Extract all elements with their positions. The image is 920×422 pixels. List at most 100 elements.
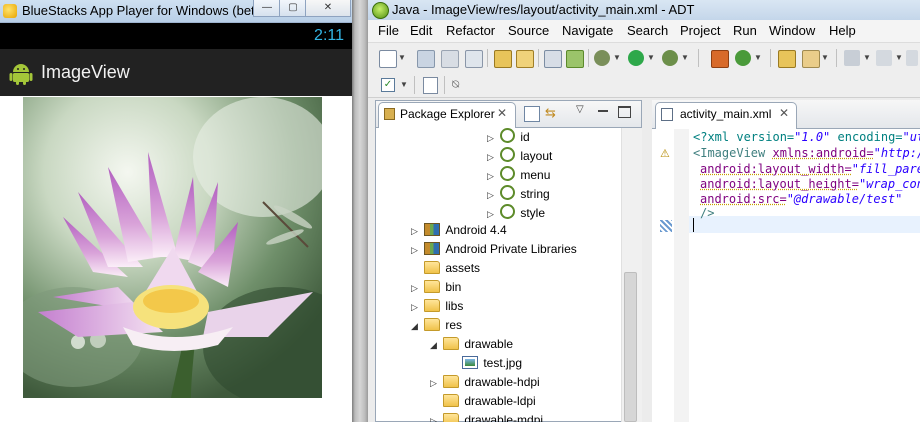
menu-window[interactable]: Window [769,23,815,38]
expand-arrow-icon[interactable]: ▷ [411,226,421,237]
package-tree: ▷ id ▷ layout ▷ menu ▷ string ▷ style ▷ … [376,128,621,422]
expand-arrow-icon[interactable]: ▷ [411,283,421,294]
code-line-2[interactable]: <ImageView xmlns:android="http:// [693,146,920,160]
collapse-arrow-icon[interactable]: ◢ [411,321,421,332]
quick-diff-marker-icon [660,220,672,232]
close-icon[interactable]: ✕ [305,0,351,17]
open-type-icon[interactable] [516,50,534,68]
save-icon[interactable] [417,50,435,68]
tree-item-bin[interactable]: ▷ bin [411,280,461,299]
expand-arrow-icon[interactable]: ▷ [487,152,497,163]
expand-arrow-icon[interactable]: ▷ [487,209,497,220]
run-dropdown-icon[interactable]: ▼ [647,53,655,62]
main-toolbar: ▼ ▼ ▼ ▼ ▼ ▼ ▼ ▼ [368,43,920,73]
expand-arrow-icon[interactable]: ▷ [430,416,440,422]
close-tab-icon[interactable]: ✕ [779,106,789,120]
new-java-class-icon[interactable] [735,50,751,66]
maximize-icon[interactable]: ▢ [279,0,307,17]
adt-titlebar[interactable]: Java - ImageView/res/layout/activity_mai… [368,0,920,21]
collapse-arrow-icon[interactable]: ◢ [430,340,440,351]
print-icon[interactable] [465,50,483,68]
new-dropdown-icon[interactable]: ▼ [398,53,406,62]
line-number-ruler [674,129,689,422]
debug-dropdown-icon[interactable]: ▼ [613,53,621,62]
warning-icon[interactable]: ⚠ [660,147,670,160]
tree-item-drawable-ldpi[interactable]: drawable-ldpi [430,394,536,413]
next-annotation-dropdown-icon[interactable]: ▼ [863,53,871,62]
menu-project[interactable]: Project [680,23,720,38]
tree-item-android-private-libraries[interactable]: ▷ Android Private Libraries [411,242,577,261]
code-line-6[interactable]: /> [700,206,714,220]
lint-icon[interactable]: ⍉ [452,78,464,90]
back-icon[interactable] [906,50,918,66]
sdk-manager-icon[interactable] [544,50,562,68]
next-annotation-icon[interactable] [844,50,860,66]
new-icon[interactable] [379,50,397,68]
menu-file[interactable]: File [378,23,399,38]
attr-name: xmlns:android= [772,146,874,160]
tree-item-id[interactable]: ▷ id [487,128,530,147]
task-dropdown-icon[interactable]: ▼ [400,80,408,89]
run-icon[interactable] [628,50,644,66]
search-dropdown-icon[interactable]: ▼ [821,53,829,62]
avd-manager-icon[interactable] [566,50,584,68]
tree-item-menu[interactable]: ▷ menu [487,166,550,185]
folder-icon [424,261,441,274]
tree-item-layout[interactable]: ▷ layout [487,147,552,166]
new-java-package-icon[interactable] [711,50,729,68]
expand-arrow-icon[interactable]: ▷ [487,133,497,144]
expand-arrow-icon[interactable]: ▷ [411,302,421,313]
minimize-view-icon[interactable] [598,110,608,112]
code-line-1[interactable]: <?xml version="1.0" encoding="utf [693,130,920,144]
build-icon[interactable] [494,50,512,68]
menu-edit[interactable]: Edit [410,23,432,38]
bluestacks-titlebar[interactable]: BlueStacks App Player for Windows (bet..… [0,0,352,23]
tree-item-android-4-4[interactable]: ▷ Android 4.4 [411,223,507,242]
expand-arrow-icon[interactable]: ▷ [487,171,497,182]
menu-help[interactable]: Help [829,23,856,38]
code-line-3[interactable]: android:layout_width="fill_parent [700,162,920,176]
new-android-xml-icon[interactable] [423,77,438,94]
scrollbar-thumb[interactable] [624,272,637,422]
view-menu-icon[interactable]: ▽ [576,104,584,115]
menu-search[interactable]: Search [627,23,668,38]
close-tab-icon[interactable]: ✕ [497,106,507,120]
new-class-dropdown-icon[interactable]: ▼ [754,53,762,62]
menu-navigate[interactable]: Navigate [562,23,613,38]
tree-item-drawable[interactable]: ◢ drawable [430,337,513,356]
tree-item-res[interactable]: ◢ res [411,318,462,337]
task-check-icon[interactable]: ✓ [381,78,395,92]
external-tools-icon[interactable] [662,50,678,66]
minimize-icon[interactable]: — [253,0,281,17]
code-line-5[interactable]: android:src="@drawable/test" [700,192,902,206]
debug-icon[interactable] [594,50,610,66]
package-explorer-icon [384,108,395,120]
expand-arrow-icon[interactable]: ▷ [411,245,421,256]
tree-item-libs[interactable]: ▷ libs [411,299,463,318]
maximize-view-icon[interactable] [618,106,631,118]
save-all-icon[interactable] [441,50,459,68]
attr-value: "wrap_conte [858,177,920,191]
previous-annotation-icon[interactable] [876,50,892,66]
expand-arrow-icon[interactable]: ▷ [487,190,497,201]
link-with-editor-icon[interactable]: ⇆ [545,106,559,120]
external-tools-dropdown-icon[interactable]: ▼ [681,53,689,62]
search-brush-icon[interactable] [802,50,820,68]
menu-run[interactable]: Run [733,23,757,38]
text-caret [693,218,694,232]
library-icon [424,223,441,236]
toolbar-separator [770,49,771,67]
menu-source[interactable]: Source [508,23,549,38]
open-folder-icon[interactable] [778,50,796,68]
tree-item-test-jpg[interactable]: test.jpg [449,356,522,375]
menu-refactor[interactable]: Refactor [446,23,495,38]
previous-annotation-dropdown-icon[interactable]: ▼ [895,53,903,62]
tree-item-assets[interactable]: assets [411,261,480,280]
tree-item-drawable-mdpi[interactable]: ▷ drawable-mdpi [430,413,543,422]
code-line-4[interactable]: android:layout_height="wrap_conte [700,177,920,191]
expand-arrow-icon[interactable]: ▷ [430,378,440,389]
tree-item-drawable-hdpi[interactable]: ▷ drawable-hdpi [430,375,540,394]
tree-item-style[interactable]: ▷ style [487,204,545,223]
collapse-all-icon[interactable] [524,106,540,122]
tree-item-string[interactable]: ▷ string [487,185,550,204]
